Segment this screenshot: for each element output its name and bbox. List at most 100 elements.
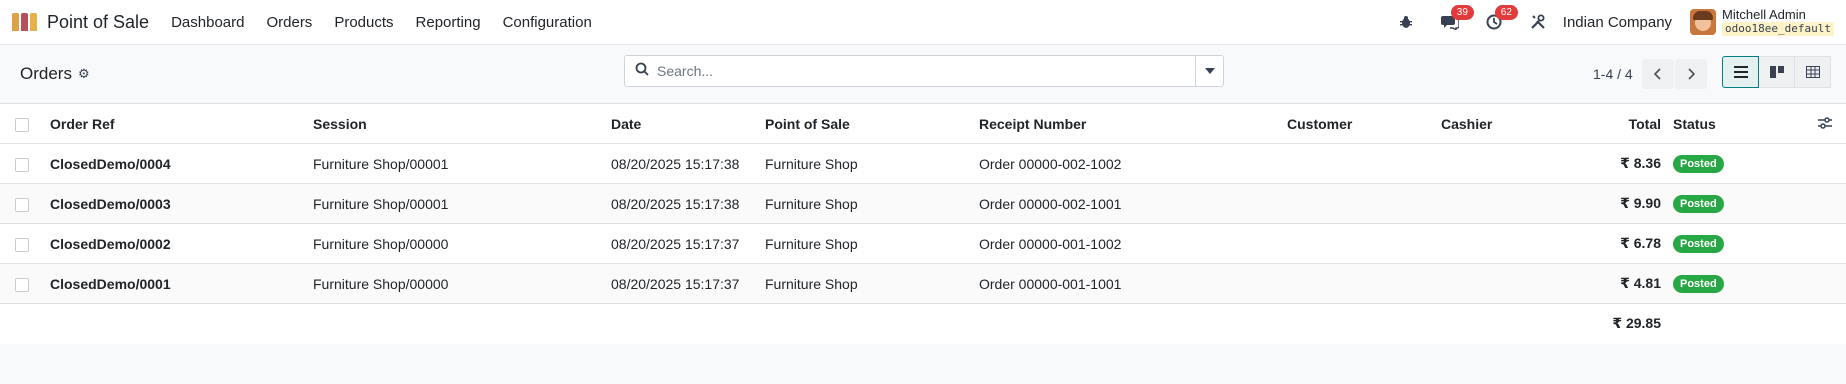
tools-icon[interactable] bbox=[1527, 11, 1549, 33]
table-icon bbox=[1805, 66, 1820, 78]
status-badge: Posted bbox=[1673, 155, 1724, 173]
chevron-left-icon bbox=[1653, 68, 1661, 80]
table-row[interactable]: ClosedDemo/0003 Furniture Shop/00001 08/… bbox=[0, 183, 1846, 224]
control-panel: Orders ⚙ 1-4 / 4 bbox=[0, 45, 1846, 103]
company-switcher[interactable]: Indian Company bbox=[1563, 14, 1672, 31]
list-view-button[interactable] bbox=[1722, 56, 1759, 88]
search-options-toggle[interactable] bbox=[1195, 56, 1223, 86]
activities-count: 62 bbox=[1494, 5, 1518, 20]
breadcrumb: Orders ⚙ bbox=[20, 64, 90, 84]
table-row[interactable]: ClosedDemo/0001 Furniture Shop/00000 08/… bbox=[0, 263, 1846, 304]
cashier bbox=[1435, 263, 1585, 304]
col-order-ref[interactable]: Order Ref bbox=[44, 103, 307, 144]
col-total[interactable]: Total bbox=[1585, 103, 1667, 144]
order-ref: ClosedDemo/0003 bbox=[44, 183, 307, 224]
view-switcher bbox=[1722, 56, 1831, 88]
optional-columns-toggle[interactable] bbox=[1767, 103, 1846, 144]
app-name[interactable]: Point of Sale bbox=[47, 12, 149, 33]
kanban-view-button[interactable] bbox=[1758, 56, 1795, 88]
row-checkbox[interactable] bbox=[15, 197, 29, 212]
point-of-sale: Furniture Shop bbox=[759, 143, 973, 184]
clock-icon[interactable]: 62 bbox=[1483, 5, 1518, 33]
total: ₹ 6.78 bbox=[1585, 223, 1667, 264]
session: Furniture Shop/00000 bbox=[307, 223, 605, 264]
date: 08/20/2025 15:17:37 bbox=[605, 223, 759, 264]
session: Furniture Shop/00001 bbox=[307, 183, 605, 224]
order-ref: ClosedDemo/0001 bbox=[44, 263, 307, 304]
orders-table: Order Ref Session Date Point of Sale Rec… bbox=[0, 103, 1846, 344]
status-badge: Posted bbox=[1673, 235, 1724, 253]
gear-icon[interactable]: ⚙ bbox=[78, 66, 90, 82]
pager: 1-4 / 4 bbox=[1593, 59, 1707, 89]
col-cashier[interactable]: Cashier bbox=[1435, 103, 1585, 144]
pager-previous-button[interactable] bbox=[1641, 59, 1674, 89]
point-of-sale: Furniture Shop bbox=[759, 263, 973, 304]
pos-app-icon[interactable] bbox=[12, 13, 38, 31]
top-navbar: Point of Sale Dashboard Orders Products … bbox=[0, 0, 1846, 45]
col-status[interactable]: Status bbox=[1667, 103, 1767, 144]
sliders-icon bbox=[1818, 116, 1832, 129]
total: ₹ 8.36 bbox=[1585, 143, 1667, 184]
date: 08/20/2025 15:17:37 bbox=[605, 263, 759, 304]
search-bar bbox=[624, 55, 1224, 87]
point-of-sale: Furniture Shop bbox=[759, 183, 973, 224]
customer bbox=[1281, 143, 1435, 184]
messages-count: 39 bbox=[1450, 5, 1474, 20]
pager-next-button[interactable] bbox=[1674, 59, 1707, 89]
avatar bbox=[1690, 9, 1717, 35]
bug-icon[interactable] bbox=[1395, 11, 1417, 33]
col-receipt-number[interactable]: Receipt Number bbox=[973, 103, 1281, 144]
page-title: Orders bbox=[20, 64, 72, 83]
row-checkbox[interactable] bbox=[15, 157, 29, 172]
menu-orders[interactable]: Orders bbox=[266, 14, 312, 31]
date: 08/20/2025 15:17:38 bbox=[605, 143, 759, 184]
systray: 39 62 Indian Company Mitchell Admin odoo… bbox=[1373, 0, 1834, 44]
menu-products[interactable]: Products bbox=[334, 14, 393, 31]
col-date[interactable]: Date bbox=[605, 103, 759, 144]
chat-icon[interactable]: 39 bbox=[1439, 5, 1474, 33]
grand-total: ₹ 29.85 bbox=[1612, 315, 1661, 332]
kanban-icon bbox=[1769, 66, 1784, 78]
status-badge: Posted bbox=[1673, 275, 1724, 293]
user-menu[interactable]: Mitchell Admin odoo18ee_default bbox=[1690, 8, 1834, 36]
session: Furniture Shop/00000 bbox=[307, 263, 605, 304]
customer bbox=[1281, 183, 1435, 224]
pivot-view-button[interactable] bbox=[1794, 56, 1831, 88]
customer bbox=[1281, 263, 1435, 304]
totals-row: ₹ 29.85 bbox=[0, 304, 1846, 344]
receipt-number: Order 00000-002-1002 bbox=[973, 143, 1281, 184]
menu-dashboard[interactable]: Dashboard bbox=[171, 14, 244, 31]
search-input[interactable] bbox=[657, 63, 1195, 79]
customer bbox=[1281, 223, 1435, 264]
status-badge: Posted bbox=[1673, 195, 1724, 213]
menu-configuration[interactable]: Configuration bbox=[503, 14, 592, 31]
row-checkbox[interactable] bbox=[15, 237, 29, 252]
point-of-sale: Furniture Shop bbox=[759, 223, 973, 264]
table-row[interactable]: ClosedDemo/0004 Furniture Shop/00001 08/… bbox=[0, 143, 1846, 184]
cashier bbox=[1435, 143, 1585, 184]
cashier bbox=[1435, 223, 1585, 264]
session: Furniture Shop/00001 bbox=[307, 143, 605, 184]
caret-down-icon bbox=[1204, 68, 1215, 74]
date: 08/20/2025 15:17:38 bbox=[605, 183, 759, 224]
col-point-of-sale[interactable]: Point of Sale bbox=[759, 103, 973, 144]
col-session[interactable]: Session bbox=[307, 103, 605, 144]
total: ₹ 4.81 bbox=[1585, 263, 1667, 304]
receipt-number: Order 00000-001-1001 bbox=[973, 263, 1281, 304]
total: ₹ 9.90 bbox=[1585, 183, 1667, 224]
table-header-row: Order Ref Session Date Point of Sale Rec… bbox=[0, 103, 1846, 144]
col-customer[interactable]: Customer bbox=[1281, 103, 1435, 144]
pager-value[interactable]: 1-4 / 4 bbox=[1593, 66, 1633, 82]
order-ref: ClosedDemo/0002 bbox=[44, 223, 307, 264]
list-icon bbox=[1733, 66, 1748, 78]
receipt-number: Order 00000-002-1001 bbox=[973, 183, 1281, 224]
receipt-number: Order 00000-001-1002 bbox=[973, 223, 1281, 264]
row-checkbox[interactable] bbox=[15, 277, 29, 292]
chevron-right-icon bbox=[1688, 68, 1695, 80]
table-row[interactable]: ClosedDemo/0002 Furniture Shop/00000 08/… bbox=[0, 223, 1846, 264]
menu-reporting[interactable]: Reporting bbox=[416, 14, 481, 31]
order-ref: ClosedDemo/0004 bbox=[44, 143, 307, 184]
select-all-checkbox[interactable] bbox=[15, 117, 29, 132]
user-name: Mitchell Admin bbox=[1722, 7, 1806, 22]
database-name: odoo18ee_default bbox=[1722, 22, 1834, 36]
